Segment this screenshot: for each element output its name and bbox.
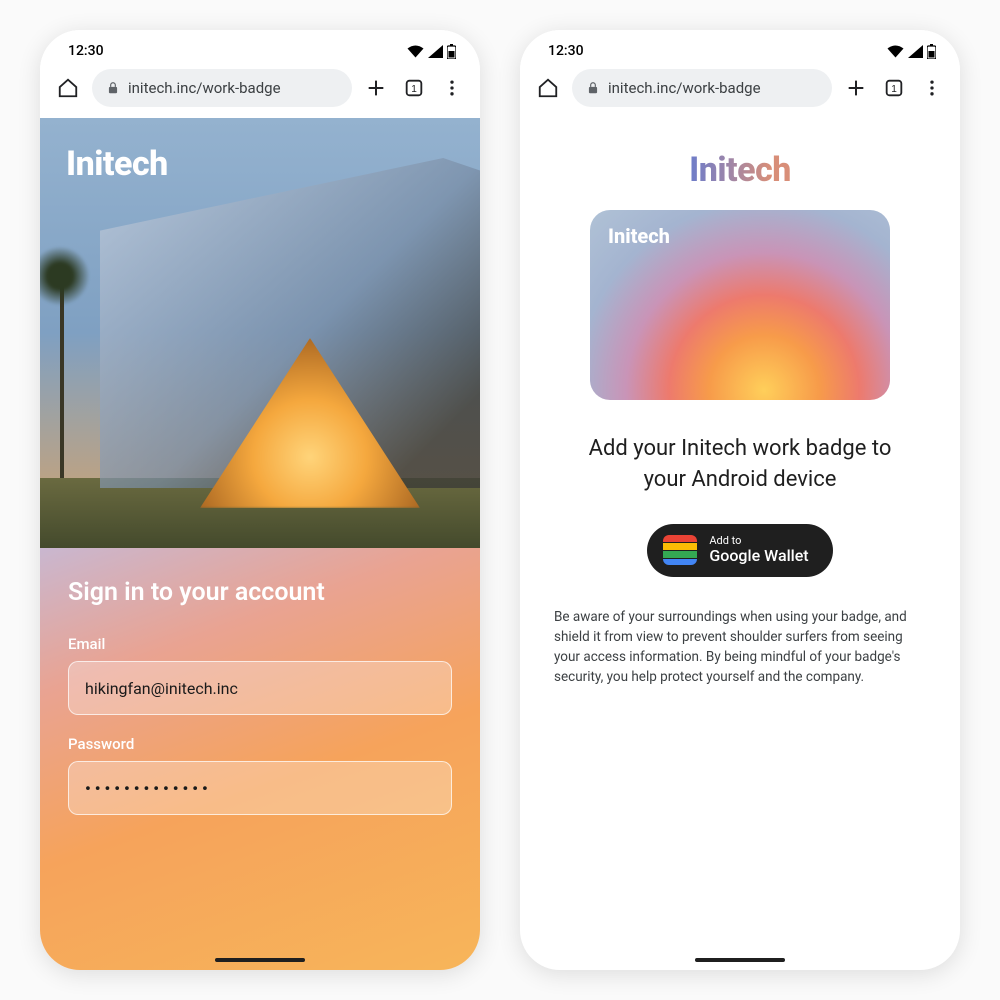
password-label: Password (68, 735, 452, 753)
home-icon[interactable] (54, 74, 82, 102)
svg-text:1: 1 (891, 84, 897, 95)
url-text: initech.inc/work-badge (608, 79, 761, 97)
wallet-big-text: Google Wallet (709, 547, 808, 565)
overflow-menu-icon[interactable] (918, 74, 946, 102)
email-field[interactable]: hikingfan@initech.inc (68, 661, 452, 715)
status-bar: 12:30 (520, 30, 960, 64)
signin-panel: Sign in to your account Email hikingfan@… (40, 548, 480, 970)
cell-signal-icon (908, 45, 923, 58)
badge-card-logo: Initech (608, 224, 670, 248)
home-indicator[interactable] (695, 958, 785, 962)
brand-logo: Initech (66, 144, 168, 184)
status-time: 12:30 (548, 43, 584, 59)
new-tab-icon[interactable] (362, 74, 390, 102)
signin-heading: Sign in to your account (68, 578, 452, 607)
email-label: Email (68, 635, 452, 653)
wallet-button-text: Add to Google Wallet (709, 535, 808, 566)
overflow-menu-icon[interactable] (438, 74, 466, 102)
tabs-icon[interactable]: 1 (880, 74, 908, 102)
tabs-icon[interactable]: 1 (400, 74, 428, 102)
url-text: initech.inc/work-badge (128, 79, 281, 97)
battery-icon (927, 44, 936, 59)
page-content-signin: Initech Sign in to your account Email hi… (40, 118, 480, 970)
status-bar: 12:30 (40, 30, 480, 64)
svg-text:1: 1 (411, 84, 417, 95)
status-icons (887, 44, 936, 59)
password-mask: ••••••••••••• (85, 779, 212, 798)
phone-wallet: 12:30 initech.inc/work-badge 1 Initech I… (520, 30, 960, 970)
cell-signal-icon (428, 45, 443, 58)
add-to-wallet-button[interactable]: Add to Google Wallet (647, 524, 832, 577)
url-bar[interactable]: initech.inc/work-badge (572, 69, 832, 107)
browser-toolbar: initech.inc/work-badge 1 (520, 64, 960, 118)
status-time: 12:30 (68, 43, 104, 59)
page-content-wallet: Initech Initech Add your Initech work ba… (520, 118, 960, 970)
lock-icon (106, 81, 120, 95)
url-bar[interactable]: initech.inc/work-badge (92, 69, 352, 107)
home-icon[interactable] (534, 74, 562, 102)
wifi-icon (887, 45, 904, 58)
badge-card: Initech (590, 210, 890, 400)
battery-icon (447, 44, 456, 59)
phone-signin: 12:30 initech.inc/work-badge 1 (40, 30, 480, 970)
hero-image: Initech (40, 118, 480, 548)
lock-icon (586, 81, 600, 95)
new-tab-icon[interactable] (842, 74, 870, 102)
home-indicator[interactable] (215, 958, 305, 962)
google-wallet-icon (663, 535, 697, 565)
password-field[interactable]: ••••••••••••• (68, 761, 452, 815)
security-disclaimer: Be aware of your surroundings when using… (550, 607, 930, 688)
headline: Add your Initech work badge to your Andr… (568, 434, 912, 496)
email-value: hikingfan@initech.inc (85, 679, 238, 698)
wifi-icon (407, 45, 424, 58)
browser-toolbar: initech.inc/work-badge 1 (40, 64, 480, 118)
brand-logo-gradient: Initech (689, 150, 791, 190)
status-icons (407, 44, 456, 59)
